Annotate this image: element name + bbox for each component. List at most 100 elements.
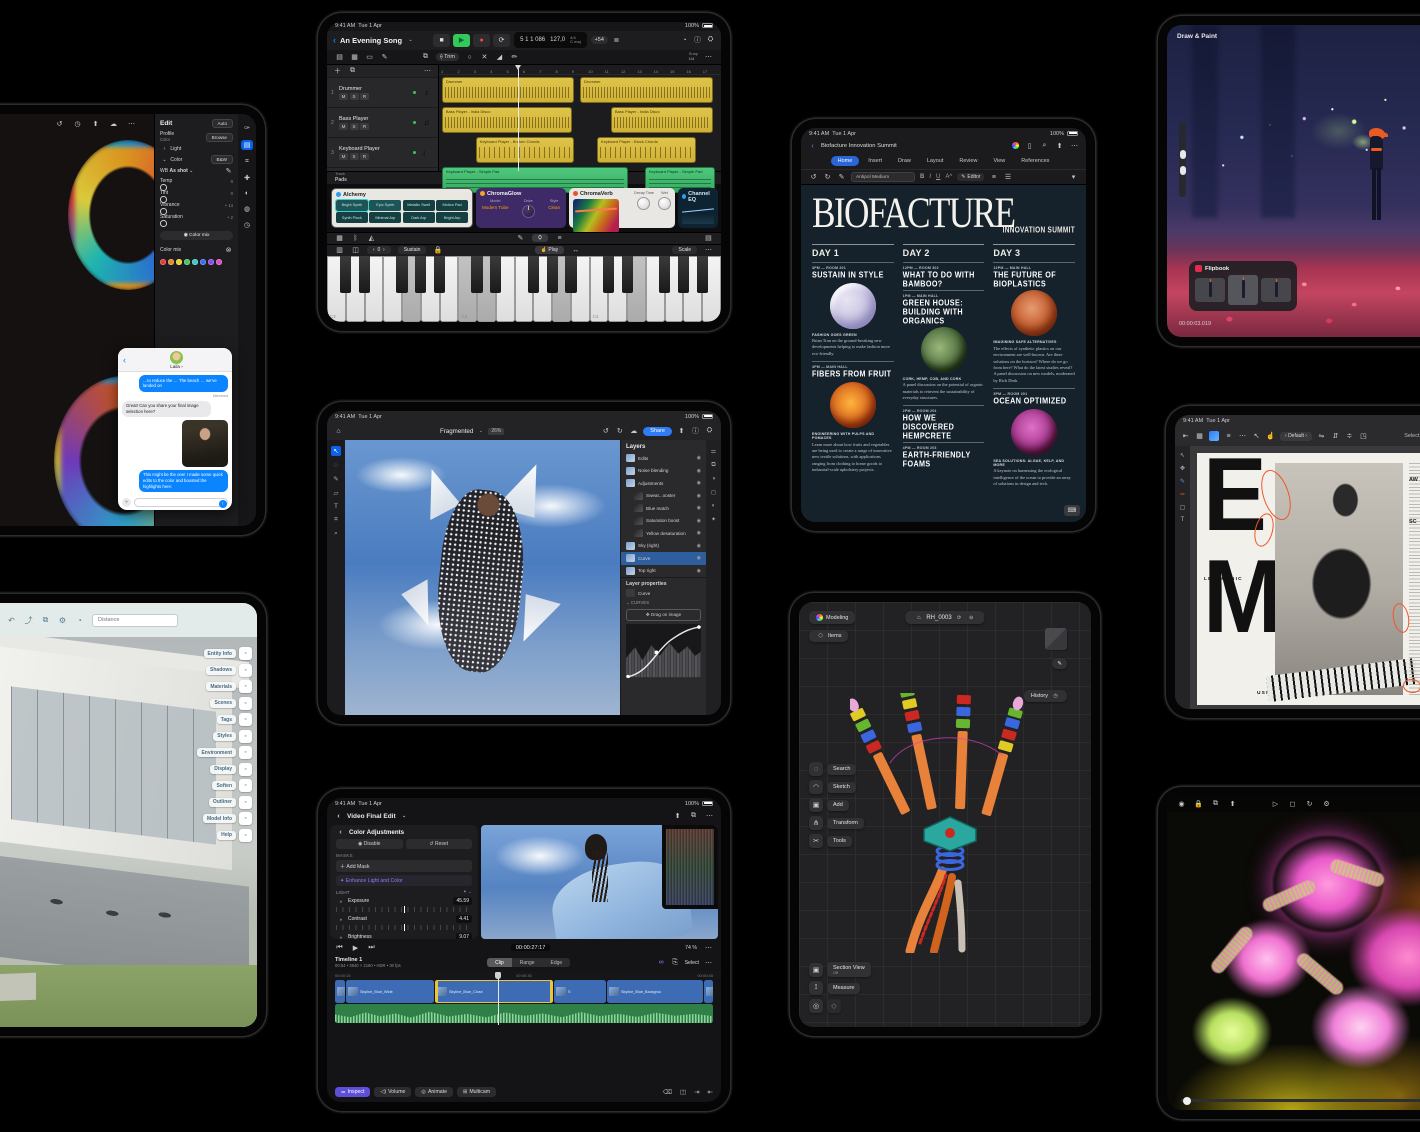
- slider-value[interactable]: 45.59: [453, 897, 472, 905]
- cycle-icon[interactable]: ◔: [680, 37, 689, 44]
- region-bass-2[interactable]: Bass Player - India Disco: [611, 107, 713, 133]
- alchemy-preset-cell[interactable]: Bright Synth: [336, 200, 368, 211]
- count-badge[interactable]: +54: [591, 36, 608, 44]
- sidebar-panel-item[interactable]: Display ◦: [210, 763, 252, 776]
- visibility-eye-icon[interactable]: ◉: [697, 455, 701, 461]
- video-clip[interactable]: S: [554, 980, 606, 1003]
- tool-item[interactable]: ⋔ Transform: [809, 816, 864, 830]
- fade-tool-icon[interactable]: ◢: [495, 53, 504, 61]
- redo-icon[interactable]: ↻: [615, 427, 624, 435]
- chevron-down-icon[interactable]: ⌄: [406, 37, 415, 43]
- video-clip[interactable]: [704, 980, 713, 1003]
- share-icon[interactable]: ⬆: [91, 120, 100, 128]
- alchemy-preset-cell[interactable]: Motion Pad: [436, 200, 468, 211]
- layer-row[interactable]: Saturation boost ◉: [621, 515, 706, 528]
- visibility-eye-icon[interactable]: ◉: [697, 505, 701, 511]
- slider-ruler[interactable]: [336, 925, 472, 930]
- undo-icon[interactable]: ↺: [809, 173, 818, 181]
- alchemy-preset-cell[interactable]: Bright Arp: [436, 212, 468, 223]
- ribbon-tab[interactable]: Home: [831, 156, 860, 166]
- settings-icon[interactable]: ⛭: [705, 427, 714, 435]
- history-button[interactable]: History◷: [1024, 690, 1067, 702]
- tool-item[interactable]: ▣ Add: [809, 798, 864, 812]
- song-title[interactable]: An Evening Song: [340, 36, 402, 45]
- scrubber-handle[interactable]: [1183, 1097, 1191, 1105]
- light-wand-icon[interactable]: ✦ ⌄: [463, 889, 472, 895]
- lock-icon[interactable]: 🔒: [433, 246, 442, 254]
- region-keys-2[interactable]: Keyboard Player - Block Chords: [597, 137, 696, 163]
- previous-frame-icon[interactable]: ⏮: [335, 944, 344, 952]
- slider-value[interactable]: 9.07: [456, 933, 472, 939]
- tracks-view-icon[interactable]: ▤: [335, 53, 344, 61]
- sustain-button[interactable]: Sustain: [398, 246, 427, 254]
- alchemy-preset-cell[interactable]: Epic Synth: [369, 200, 401, 211]
- zoom-tool[interactable]: ⌕: [334, 530, 338, 538]
- panel-icon[interactable]: ◦: [239, 697, 252, 710]
- sidebar-panel-item[interactable]: Environment ◦: [197, 746, 252, 759]
- browse-button[interactable]: Browse: [206, 133, 233, 142]
- panel-icon[interactable]: ◦: [239, 763, 252, 776]
- panel-icon[interactable]: ◦: [239, 779, 252, 792]
- region-bass-1[interactable]: Bass Player - India Disco: [442, 107, 572, 133]
- layer-row[interactable]: Blue match ◉: [621, 502, 706, 515]
- track-stack-icon[interactable]: ⧉: [348, 67, 357, 75]
- octave-stepper[interactable]: ‹ 0 ›: [367, 246, 391, 254]
- undo-icon[interactable]: ↶: [7, 616, 16, 625]
- align-icon[interactable]: ≑: [1345, 432, 1354, 440]
- effects-icon[interactable]: ✦: [711, 516, 716, 523]
- plugin-chromaglow[interactable]: ChromaGlow ModelModern Tube Drive StyleC…: [476, 188, 566, 228]
- visibility-eye-icon[interactable]: ◉: [697, 518, 701, 524]
- edit-icon[interactable]: ▤: [241, 140, 253, 150]
- panel-icon[interactable]: ◦: [239, 664, 252, 677]
- eraser-tool[interactable]: ▱: [334, 489, 339, 497]
- font-name-field[interactable]: Antipol Medium: [851, 172, 915, 182]
- light-section[interactable]: › Light: [160, 146, 233, 152]
- edit-slider[interactable]: Temp0: [160, 178, 233, 189]
- more-icon[interactable]: ⋯: [127, 120, 136, 128]
- visibility-eye-icon[interactable]: ◉: [697, 493, 701, 499]
- playhead[interactable]: [498, 976, 499, 1025]
- timeline-scrubber[interactable]: [1181, 1099, 1420, 1102]
- plugin-alchemy[interactable]: Alchemy Bright SynthEpic SynthMetallic S…: [331, 188, 473, 228]
- pen-tool[interactable]: ✎: [1180, 478, 1185, 485]
- bar-ruler[interactable]: 1234567891011121314151617: [439, 65, 721, 75]
- track-row[interactable]: 3 Keyboard Player M S R: [327, 137, 438, 167]
- affinity-canvas[interactable]: E LECTRONIC M USIC AW SC: [1190, 446, 1420, 709]
- connect-icon[interactable]: ∞: [657, 959, 666, 966]
- paint-tool-icon[interactable]: ✏: [510, 53, 519, 61]
- controls-icon[interactable]: ≡: [555, 235, 564, 242]
- shape-tool[interactable]: ▢: [1180, 504, 1186, 511]
- select-tool[interactable]: ↖: [1180, 452, 1185, 459]
- edit-slider[interactable]: Saturation+ 2: [160, 214, 233, 225]
- slider-knob[interactable]: [160, 208, 167, 215]
- masking-icon[interactable]: ◐: [243, 190, 252, 197]
- comments-icon[interactable]: ◻: [711, 489, 716, 496]
- share-icon[interactable]: ⬆: [673, 812, 682, 820]
- dismiss-keyboard-icon[interactable]: ⌨: [1064, 505, 1080, 516]
- visibility-eye-icon[interactable]: ◉: [697, 530, 701, 536]
- underline-button[interactable]: U: [936, 174, 940, 180]
- back-icon[interactable]: ‹: [808, 143, 817, 150]
- adjustment-slider[interactable]: ◑ Brightness 9.07: [336, 933, 472, 939]
- track-more-icon[interactable]: ⋯: [423, 67, 432, 75]
- tool-item[interactable]: ✂ Tools: [809, 834, 864, 848]
- lcd-display[interactable]: 5 1 1 086 127,0 4/4C maj: [514, 32, 587, 48]
- pencil-icon[interactable]: ✎: [516, 234, 525, 242]
- play-button[interactable]: ▶: [453, 34, 470, 47]
- video-clip[interactable]: Skyline_Blue_Close: [435, 980, 553, 1003]
- reset-button[interactable]: ↺ Reset: [406, 839, 473, 849]
- bold-button[interactable]: B: [920, 174, 924, 180]
- play-icon[interactable]: ▶: [351, 944, 360, 952]
- split-icon[interactable]: ◫: [351, 246, 360, 254]
- visibility-eye-icon[interactable]: ◉: [697, 468, 701, 474]
- layer-row[interactable]: Yellow desaturation ◉: [621, 527, 706, 540]
- panel-icon[interactable]: ◦: [239, 796, 252, 809]
- solo-button[interactable]: S: [350, 123, 359, 130]
- pencil-icon[interactable]: ✎: [380, 53, 389, 61]
- sidebar-panel-item[interactable]: Help ◦: [217, 829, 252, 842]
- arrange-area[interactable]: 1234567891011121314151617 Drummer Drumme…: [439, 65, 721, 170]
- bw-button[interactable]: B&W: [211, 155, 233, 164]
- back-icon[interactable]: ‹: [336, 829, 345, 836]
- document-canvas[interactable]: BIOFACTURE INNOVATION SUMMIT DAY 1 3PM —…: [801, 185, 1086, 522]
- more-icon[interactable]: ⋯: [704, 246, 713, 254]
